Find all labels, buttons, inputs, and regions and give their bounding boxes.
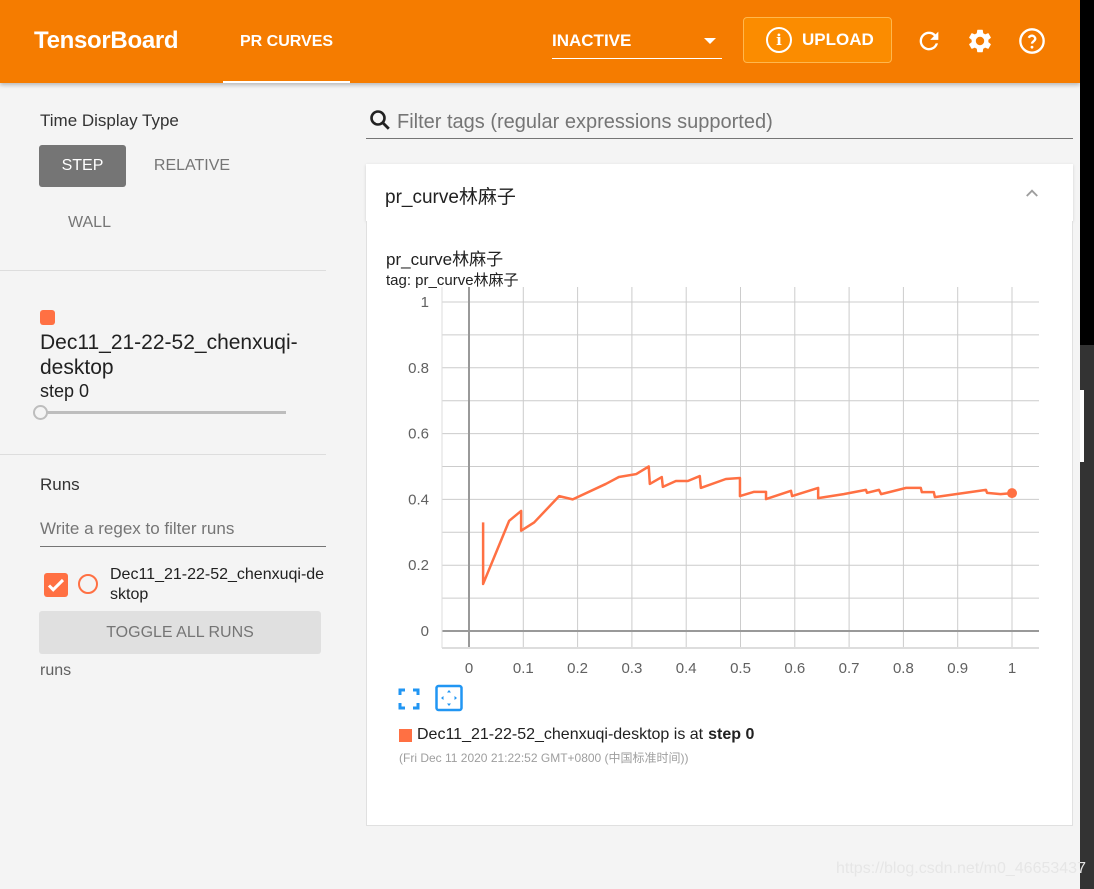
x-tick-label: 0.9 (947, 660, 968, 677)
run-filter-input[interactable]: Write a regex to filter runs (40, 513, 326, 547)
y-tick-label: 1 (421, 294, 429, 311)
fit-domain-icon[interactable] (435, 684, 463, 712)
brand-logo[interactable]: TensorBoard (34, 27, 179, 55)
category-header[interactable]: pr_curve林麻子 (366, 164, 1073, 221)
scrollbar-thumb[interactable] (1080, 390, 1084, 462)
run-radio-button[interactable] (78, 574, 98, 594)
legend-mid-text: is at (673, 726, 704, 743)
x-tick-label: 1 (1008, 660, 1016, 677)
run-color-swatch (40, 310, 55, 325)
refresh-icon[interactable] (915, 27, 943, 55)
runs-title: Runs (40, 475, 80, 494)
step-slider-thumb[interactable] (33, 405, 48, 420)
tag-filter-input[interactable]: Filter tags (regular expressions support… (366, 104, 1073, 139)
x-tick-label: 0.7 (839, 660, 860, 677)
series-line (481, 465, 1013, 586)
tab-pr-curves-label: PR CURVES (239, 32, 334, 50)
y-tick-label: 0.8 (408, 360, 429, 377)
toggle-all-runs-button[interactable]: TOGGLE ALL RUNS (39, 611, 321, 654)
fullscreen-icon[interactable] (395, 685, 423, 713)
time-display-relative-button[interactable]: RELATIVE (140, 145, 244, 187)
run-list-item[interactable]: Dec11_21-22-52_chenxuqi-desktop (44, 565, 334, 609)
y-tick-label: 0 (421, 623, 429, 640)
x-tick-label: 0.3 (621, 660, 642, 677)
x-tick-label: 0.8 (893, 660, 914, 677)
chevron-down-icon (704, 38, 716, 44)
runs-footer-label: runs (40, 662, 72, 679)
upload-label: UPLOAD (802, 30, 874, 49)
window-edge (1080, 0, 1094, 889)
run-label: Dec11_21-22-52_chenxuqi-desktop (110, 566, 325, 603)
run-checkbox[interactable] (44, 573, 68, 597)
category-title: pr_curve林麻子 (385, 187, 516, 208)
info-icon: i (766, 27, 792, 53)
x-tick-label: 0.1 (513, 660, 534, 677)
legend-run-name: Dec11_21-22-52_chenxuqi-desktop (417, 726, 670, 743)
top-app-bar: TensorBoard PR CURVES INACTIVE i UPLOAD (0, 0, 1080, 83)
chevron-up-icon[interactable] (1023, 184, 1041, 202)
check-icon (47, 578, 65, 592)
search-icon (370, 110, 390, 130)
tag-filter-placeholder: Filter tags (regular expressions support… (397, 111, 773, 133)
x-tick-label: 0 (465, 660, 473, 677)
time-display-step-button[interactable]: STEP (39, 145, 126, 187)
tab-pr-curves[interactable]: PR CURVES (223, 0, 350, 83)
y-tick-label: 0.4 (408, 491, 429, 508)
legend-timestamp: (Fri Dec 11 2020 21:22:52 GMT+0800 (中国标准… (399, 751, 689, 765)
run-card-step: step 0 (40, 381, 90, 401)
time-display-title: Time Display Type (40, 111, 179, 130)
x-tick-label: 0.4 (676, 660, 697, 677)
time-display-wall-button[interactable]: WALL (46, 202, 133, 244)
upload-button[interactable]: i UPLOAD (743, 17, 892, 63)
chart-legend: Dec11_21-22-52_chenxuqi-desktop is at ste… (399, 726, 754, 744)
x-tick-label: 0.2 (567, 660, 588, 677)
sidebar: Time Display Type STEP RELATIVE WALL Dec… (0, 83, 345, 889)
pr-curve-card: pr_curve林麻子 tag: pr_curve林麻子 0 0.1 0.2 0.3 0… (366, 221, 1073, 826)
legend-color-swatch (399, 728, 412, 742)
run-card-name: Dec11_21-22-52_chenxuqi-desktop (40, 331, 298, 379)
plugin-selector-dropdown[interactable]: INACTIVE (552, 28, 722, 59)
settings-gear-icon[interactable] (966, 27, 994, 55)
step-slider-track[interactable] (40, 411, 286, 414)
sidebar-divider (0, 454, 326, 455)
series-endpoint-marker (1007, 488, 1017, 499)
y-tick-label: 0.2 (408, 557, 429, 574)
watermark: https://blog.csdn.net/m0_46653437 (836, 860, 1086, 877)
x-tick-label: 0.6 (784, 660, 805, 677)
active-tab-indicator (223, 81, 350, 83)
y-tick-label: 0.6 (408, 426, 429, 443)
sidebar-divider (0, 270, 326, 271)
help-icon[interactable] (1018, 27, 1046, 55)
legend-step: step 0 (708, 726, 755, 743)
x-tick-label: 0.5 (730, 660, 751, 677)
plugin-selector-value: INACTIVE (552, 31, 632, 50)
